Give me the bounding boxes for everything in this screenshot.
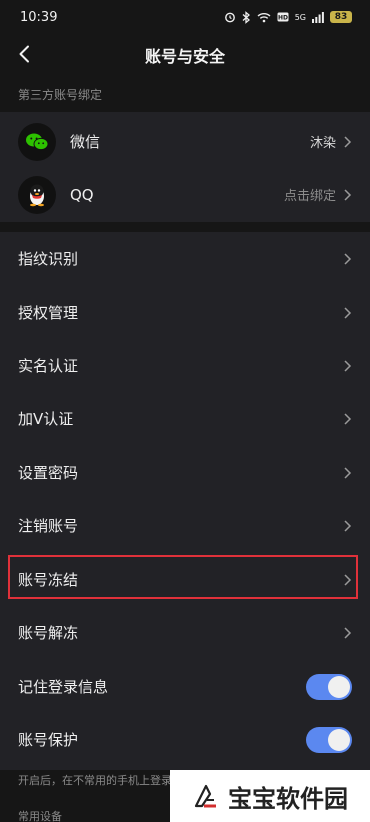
chevron-right-icon: [344, 466, 352, 479]
chevron-right-icon: [344, 252, 352, 265]
chevron-right-icon: [344, 359, 352, 372]
qq-icon: [18, 175, 56, 214]
settings-toggle-label: 记住登录信息: [18, 678, 109, 696]
third-party-card: 微信 沐染 QQ 点击绑定: [0, 112, 370, 222]
bind-value-wechat-group: 沐染: [310, 132, 352, 151]
settings-item-verified[interactable]: 加V认证: [0, 392, 370, 445]
bind-value-qq-group: 点击绑定: [284, 185, 352, 204]
chevron-right-icon: [344, 519, 352, 532]
bind-row-wechat[interactable]: 微信 沐染: [0, 115, 370, 168]
settings-item-password[interactable]: 设置密码: [0, 446, 370, 499]
settings-toggle-label: 账号保护: [18, 731, 79, 749]
wifi-icon: [257, 12, 271, 22]
settings-item-label: 加V认证: [18, 410, 74, 428]
settings-item-label: 注销账号: [18, 517, 79, 535]
nav-bar: 账号与安全: [0, 34, 370, 76]
settings-item-label: 实名认证: [18, 357, 79, 375]
settings-item-label: 账号解冻: [18, 624, 79, 642]
chevron-right-icon: [344, 573, 352, 586]
back-arrow-icon: [19, 45, 29, 63]
protection-hint: 开启后，在不常用的手机上登录: [18, 774, 172, 787]
settings-item-label: 授权管理: [18, 304, 79, 322]
back-button[interactable]: [10, 40, 38, 68]
settings-toggle-row-account-protection: 账号保护: [0, 713, 370, 766]
chevron-right-icon: [344, 306, 352, 319]
wechat-icon: [18, 122, 56, 161]
chevron-right-icon: [344, 412, 352, 425]
settings-item-real-name[interactable]: 实名认证: [0, 339, 370, 392]
status-time: 10:39: [20, 9, 58, 25]
bind-value-wechat: 沐染: [309, 136, 336, 151]
bind-label-wechat: 微信: [70, 133, 101, 151]
settings-item-label: 设置密码: [18, 464, 79, 482]
watermark-logo-icon: [194, 784, 216, 808]
svg-text:HD: HD: [278, 15, 288, 22]
settings-item-label: 账号冻结: [18, 571, 79, 589]
remember-login-toggle[interactable]: [306, 673, 352, 700]
chevron-right-icon: [344, 188, 352, 201]
page-title: 账号与安全: [144, 47, 225, 66]
status-bar: 10:39 HD 5G 83: [0, 0, 370, 34]
settings-item-freeze-account[interactable]: 账号冻结: [0, 553, 370, 606]
alarm-icon: [224, 12, 235, 23]
battery-icon: 83: [330, 11, 352, 23]
bluetooth-icon: [242, 10, 250, 24]
settings-item-label: 指纹识别: [18, 250, 79, 268]
hd-icon: HD: [277, 12, 289, 22]
chevron-right-icon: [344, 626, 352, 639]
account-protection-toggle[interactable]: [306, 726, 352, 753]
settings-item-authorization[interactable]: 授权管理: [0, 286, 370, 339]
chevron-right-icon: [344, 135, 352, 148]
settings-item-cancel-account[interactable]: 注销账号: [0, 499, 370, 552]
signal-icon: [312, 11, 324, 23]
bind-value-qq: 点击绑定: [283, 189, 336, 204]
network-type: 5G: [294, 12, 306, 22]
bind-row-qq[interactable]: QQ 点击绑定: [0, 168, 370, 221]
watermark: 宝宝软件园: [170, 770, 370, 822]
watermark-text: 宝宝软件园: [228, 783, 348, 813]
settings-item-fingerprint[interactable]: 指纹识别: [0, 232, 370, 285]
settings-item-unfreeze-account[interactable]: 账号解冻: [0, 606, 370, 659]
status-icons: HD 5G 83: [224, 10, 352, 24]
section-label-third-party: 第三方账号绑定: [18, 88, 103, 102]
devices-hint: 常用设备: [18, 810, 62, 822]
settings-toggle-row-remember-login: 记住登录信息: [0, 660, 370, 713]
settings-card: 指纹识别 授权管理 实名认证 加V认证 设置密码 注销账号 账号冻结 账号解冻 …: [0, 232, 370, 770]
bind-label-qq: QQ: [70, 185, 94, 204]
